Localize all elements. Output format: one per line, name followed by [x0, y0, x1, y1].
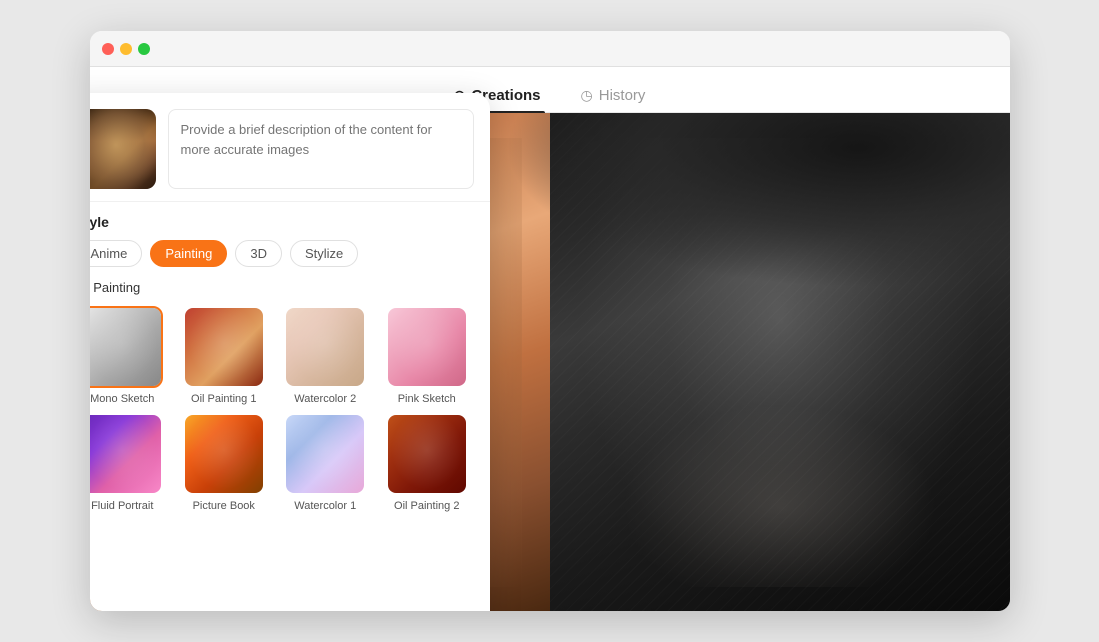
style-grid: Mono Sketch Oil Painting 1 [90, 306, 474, 512]
style-name-watercolor-2: Watercolor 2 [294, 393, 356, 405]
style-item-picture-book[interactable]: Picture Book [177, 413, 271, 512]
panel-overlay: Style Anime Painting 3D Stylize ✦ Painti… [90, 93, 490, 611]
style-name-fluid-portrait: Fluid Portrait [91, 500, 153, 512]
style-section: Style Anime Painting 3D Stylize ✦ Painti… [90, 202, 490, 520]
style-thumb-oil-painting-1 [183, 306, 265, 388]
style-name-watercolor-1: Watercolor 1 [294, 500, 356, 512]
painting-header-label: Painting [93, 280, 140, 295]
style-item-mono-sketch[interactable]: Mono Sketch [90, 306, 170, 405]
tab-history[interactable]: ◷ History [577, 79, 650, 112]
close-button[interactable] [102, 43, 114, 55]
style-thumb-picture-book [183, 413, 265, 495]
oil-painting-2-bg [388, 415, 466, 493]
face-sil [185, 308, 263, 386]
traffic-lights [102, 43, 150, 55]
fluid-portrait-bg [90, 415, 162, 493]
style-tab-3d[interactable]: 3D [235, 240, 282, 267]
watercolor-1-bg [286, 415, 364, 493]
style-thumb-watercolor-1 [284, 413, 366, 495]
hand-detail [596, 387, 964, 587]
picture-book-bg [185, 415, 263, 493]
painting-header: ✦ Painting [90, 279, 474, 296]
face-sil [388, 415, 466, 493]
style-name-picture-book: Picture Book [193, 500, 255, 512]
style-tabs: Anime Painting 3D Stylize [90, 240, 474, 267]
style-tab-stylize[interactable]: Stylize [290, 240, 358, 267]
style-thumb-watercolor-2 [284, 306, 366, 388]
browser-window: ⊙ Creations ◷ History [90, 31, 1010, 611]
avatar-thumbnail [90, 109, 156, 189]
style-item-oil-painting-1[interactable]: Oil Painting 1 [177, 306, 271, 405]
face-sil [286, 415, 364, 493]
tab-history-label: History [599, 87, 646, 104]
face-sil [90, 415, 162, 493]
style-item-fluid-portrait[interactable]: Fluid Portrait [90, 413, 170, 512]
style-thumb-pink-sketch [386, 306, 468, 388]
face-sil [286, 308, 364, 386]
style-tab-painting[interactable]: Painting [150, 240, 227, 267]
browser-titlebar [90, 31, 1010, 67]
mono-sketch-bg [90, 308, 162, 386]
face-sil [185, 415, 263, 493]
oil-painting-1-bg [185, 308, 263, 386]
input-area [90, 93, 490, 202]
style-name-mono-sketch: Mono Sketch [90, 393, 154, 405]
watercolor-2-bg [286, 308, 364, 386]
face-sil [90, 308, 162, 386]
style-thumb-oil-painting-2 [386, 413, 468, 495]
style-thumb-fluid-portrait [90, 413, 164, 495]
style-item-watercolor-2[interactable]: Watercolor 2 [279, 306, 373, 405]
style-name-oil-painting-1: Oil Painting 1 [191, 393, 256, 405]
style-label: Style [90, 214, 474, 230]
style-name-oil-painting-2: Oil Painting 2 [394, 500, 459, 512]
hair-detail [504, 113, 1010, 288]
style-item-oil-painting-2[interactable]: Oil Painting 2 [380, 413, 474, 512]
style-thumb-mono-sketch [90, 306, 164, 388]
style-item-watercolor-1[interactable]: Watercolor 1 [279, 413, 373, 512]
style-name-pink-sketch: Pink Sketch [398, 393, 456, 405]
style-item-pink-sketch[interactable]: Pink Sketch [380, 306, 474, 405]
avatar-face [90, 109, 156, 189]
maximize-button[interactable] [138, 43, 150, 55]
pink-sketch-bg [388, 308, 466, 386]
history-icon: ◷ [581, 87, 593, 104]
style-tab-anime[interactable]: Anime [90, 240, 143, 267]
main-content: Style Anime Painting 3D Stylize ✦ Painti… [90, 113, 1010, 611]
face-sil [388, 308, 466, 386]
minimize-button[interactable] [120, 43, 132, 55]
description-input[interactable] [168, 109, 474, 189]
